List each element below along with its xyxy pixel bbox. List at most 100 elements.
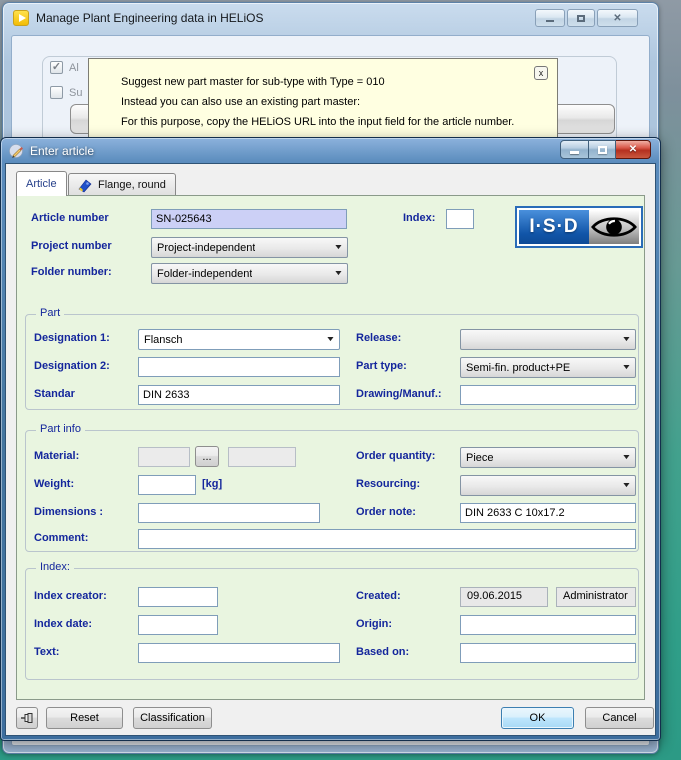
parent-titlebar[interactable]: Manage Plant Engineering data in HELiOS …	[3, 3, 658, 33]
order-note-label: Order note:	[356, 506, 416, 518]
order-quantity-select[interactable]: Piece ▼	[460, 447, 636, 468]
article-number-label: Article number	[31, 212, 109, 224]
article-tab-panel: Article number Index: I·S·D Project numb…	[16, 195, 645, 700]
minimize-button[interactable]	[560, 140, 589, 159]
index-legend: Index:	[36, 561, 74, 573]
designation1-select[interactable]: Flansch ▼	[138, 329, 340, 350]
index-creator-input[interactable]	[138, 587, 218, 607]
isd-logo: I·S·D	[515, 206, 643, 248]
index-creator-label: Index creator:	[34, 590, 107, 602]
close-button[interactable]: ✕	[616, 140, 651, 159]
tooltip-line: Suggest new part master for sub-type wit…	[121, 72, 543, 92]
dialog-titlebar[interactable]: Enter article ✕	[1, 138, 660, 163]
release-select[interactable]: ▼	[460, 329, 636, 350]
isd-logo-text: I·S·D	[519, 210, 589, 244]
created-date-field: 09.06.2015	[460, 587, 548, 607]
origin-input[interactable]	[460, 615, 636, 635]
order-quantity-label: Order quantity:	[356, 450, 435, 462]
resourcing-select[interactable]: ▼	[460, 475, 636, 496]
index-date-label: Index date:	[34, 618, 92, 630]
parent-window-title: Manage Plant Engineering data in HELiOS	[36, 11, 263, 25]
material-input-1	[138, 447, 190, 467]
drawing-manuf-input[interactable]	[460, 385, 636, 405]
created-label: Created:	[356, 590, 401, 602]
part-info-groupbox: Part info Material: ... Order quantity: …	[25, 430, 639, 552]
order-note-input[interactable]	[460, 503, 636, 523]
maximize-icon	[598, 146, 607, 154]
material-browse-button[interactable]: ...	[195, 446, 219, 467]
desktop-background: Manage Plant Engineering data in HELiOS …	[0, 0, 681, 760]
part-legend: Part	[36, 307, 64, 319]
dialog-title: Enter article	[30, 144, 94, 158]
app-icon	[13, 10, 29, 26]
article-number-input[interactable]	[151, 209, 347, 229]
material-input-2	[228, 447, 296, 467]
tab-label: Flange, round	[98, 179, 166, 191]
flange-icon	[78, 178, 93, 193]
pin-dialog-button[interactable]	[16, 707, 38, 729]
part-type-label: Part type:	[356, 360, 407, 372]
material-label: Material:	[34, 450, 79, 462]
maximize-button[interactable]	[589, 140, 616, 159]
folder-number-select[interactable]: Folder-independent ▼	[151, 263, 348, 284]
reset-button[interactable]: Reset	[46, 707, 123, 729]
weight-label: Weight:	[34, 478, 74, 490]
index-input[interactable]	[446, 209, 474, 229]
checkbox-unchecked[interactable]	[50, 86, 63, 99]
dropdown-arrow-icon: ▼	[333, 244, 343, 251]
tooltip-line: Instead you can also use an existing par…	[121, 92, 543, 112]
tab-article[interactable]: Article	[16, 171, 67, 196]
resourcing-label: Resourcing:	[356, 478, 420, 490]
comment-input[interactable]	[138, 529, 636, 549]
close-icon: ✕	[629, 144, 637, 155]
designation2-input[interactable]	[138, 357, 340, 377]
maximize-button[interactable]	[567, 9, 595, 27]
designation1-label: Designation 1:	[34, 332, 110, 344]
tooltip-close-button[interactable]: x	[534, 66, 548, 80]
dialog-body: Article Flange, round Article number Ind…	[5, 163, 656, 736]
weight-input[interactable]	[138, 475, 196, 495]
dimensions-label: Dimensions :	[34, 506, 103, 518]
comment-label: Comment:	[34, 532, 88, 544]
play-arrow-icon	[19, 14, 26, 22]
standard-input[interactable]	[138, 385, 340, 405]
drawing-manuf-label: Drawing/Manuf.:	[356, 388, 442, 400]
parent-caption-buttons: ✕	[535, 9, 638, 27]
standard-label: Standar	[34, 388, 75, 400]
enter-article-dialog: Enter article ✕ Article Flange, round	[0, 137, 661, 741]
index-groupbox: Index: Index creator: Created: 09.06.201…	[25, 568, 639, 680]
tab-flange-round[interactable]: Flange, round	[68, 173, 176, 196]
minimize-icon	[546, 20, 554, 22]
text-label: Text:	[34, 646, 59, 658]
maximize-icon	[577, 15, 585, 22]
project-number-select[interactable]: Project-independent ▼	[151, 237, 348, 258]
dimensions-input[interactable]	[138, 503, 320, 523]
release-label: Release:	[356, 332, 401, 344]
based-on-input[interactable]	[460, 643, 636, 663]
ok-button[interactable]: OK	[501, 707, 574, 729]
cancel-button[interactable]: Cancel	[585, 707, 654, 729]
origin-label: Origin:	[356, 618, 392, 630]
dropdown-arrow-icon: ▼	[333, 270, 343, 277]
part-info-legend: Part info	[36, 423, 85, 435]
index-date-input[interactable]	[138, 615, 218, 635]
hint-tooltip: x Suggest new part master for sub-type w…	[88, 58, 558, 138]
isd-eye-icon	[589, 210, 639, 244]
designation2-label: Designation 2:	[34, 360, 110, 372]
folder-number-label: Folder number:	[31, 266, 112, 278]
close-icon: ✕	[613, 13, 621, 24]
part-type-select[interactable]: Semi-fin. product+PE ▼	[460, 357, 636, 378]
created-user-field: Administrator	[556, 587, 636, 607]
minimize-button[interactable]	[535, 9, 565, 27]
classification-button[interactable]: Classification	[133, 707, 212, 729]
project-number-label: Project number	[31, 240, 112, 252]
dropdown-arrow-icon: ▼	[621, 454, 631, 461]
tooltip-line: For this purpose, copy the HELiOS URL in…	[121, 112, 543, 132]
checkbox-checked[interactable]: ✓	[50, 61, 63, 74]
dropdown-arrow-icon: ▼	[621, 336, 631, 343]
based-on-label: Based on:	[356, 646, 409, 658]
text-input[interactable]	[138, 643, 340, 663]
index-label: Index:	[403, 212, 435, 224]
pushpin-icon	[20, 711, 34, 725]
close-button[interactable]: ✕	[597, 9, 638, 27]
